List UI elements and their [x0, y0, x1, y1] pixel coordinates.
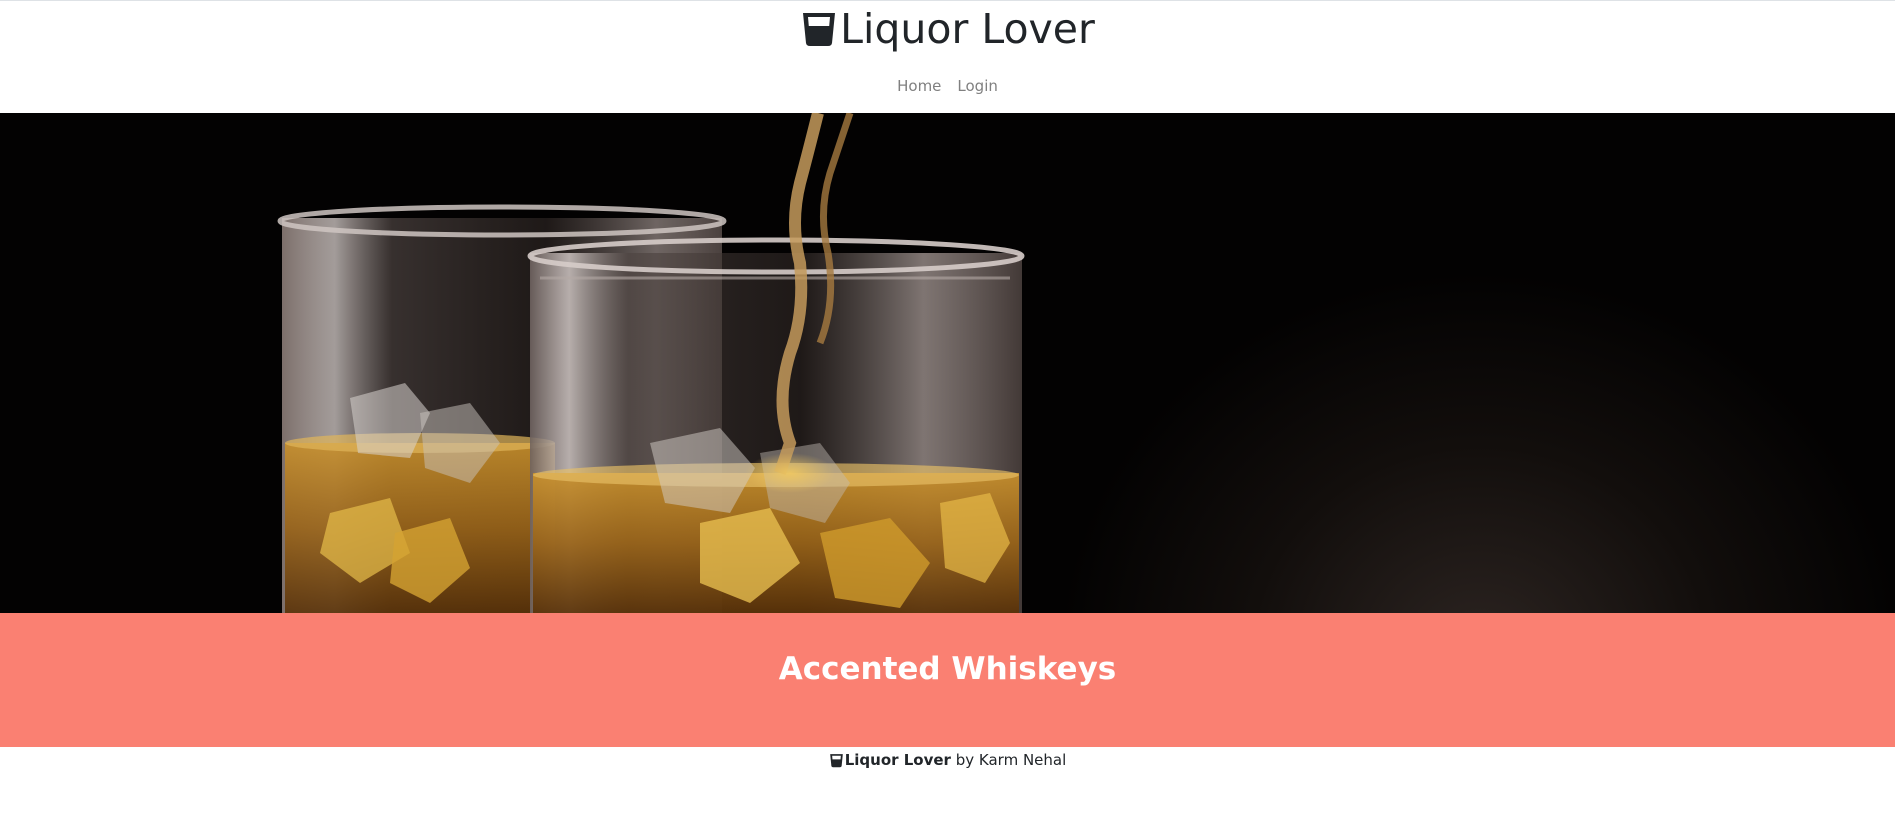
brand[interactable]: Liquor Lover — [0, 7, 1895, 51]
brand-name: Liquor Lover — [840, 5, 1095, 53]
category-title: Accented Whiskeys — [778, 651, 1117, 687]
nav-login-link[interactable]: Login — [957, 76, 997, 96]
hero-image — [0, 113, 1895, 613]
glass-whiskey-icon — [803, 13, 836, 46]
whiskey-glasses-photo — [277, 113, 1025, 613]
footer-byline: by Karm Nehal — [950, 751, 1067, 769]
main-nav: Home Login — [0, 76, 1895, 96]
footer-brand-name: Liquor Lover — [844, 751, 951, 769]
nav-home-link[interactable]: Home — [897, 76, 941, 96]
category-banner: Accented Whiskeys — [0, 613, 1895, 747]
site-header: Liquor Lover Home Login — [0, 1, 1895, 113]
site-footer: Liquor Lover by Karm Nehal — [0, 747, 1895, 770]
glass-whiskey-icon — [829, 753, 843, 767]
